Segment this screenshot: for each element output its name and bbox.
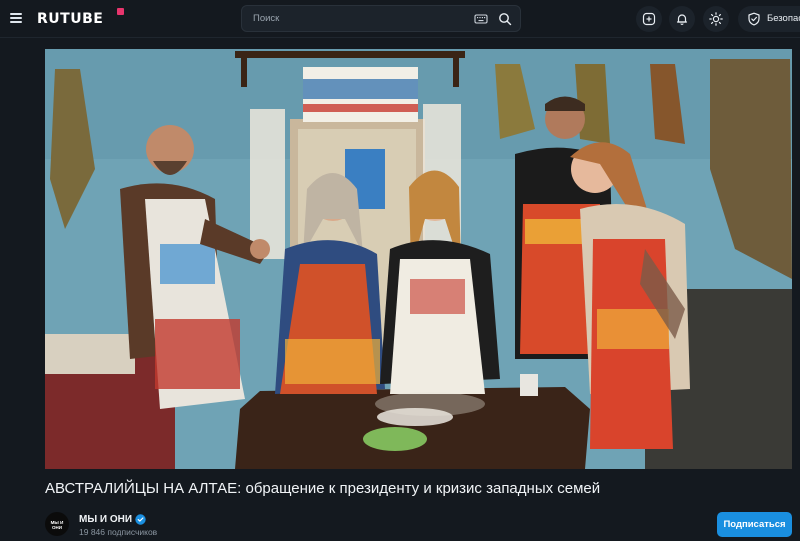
upload-button[interactable]: [636, 6, 662, 32]
theme-toggle-button[interactable]: [703, 6, 729, 32]
keyboard-icon[interactable]: [474, 12, 488, 26]
channel-avatar[interactable]: МЫ И ОНИ: [45, 512, 69, 536]
video-title: АВСТРАЛИЙЦЫ НА АЛТАЕ: обращение к презид…: [45, 480, 601, 497]
bell-icon: [676, 14, 688, 25]
safety-label: Безопасн: [767, 13, 800, 24]
subscriber-count: 19 846 подписчиков: [79, 527, 158, 537]
shield-check-icon: [748, 12, 760, 26]
rutube-logo[interactable]: RUTUBE: [37, 9, 103, 29]
verified-badge-icon: [135, 514, 146, 525]
search-icon[interactable]: [498, 12, 512, 26]
add-video-icon: [642, 12, 656, 26]
safety-button[interactable]: Безопасн: [738, 6, 800, 32]
top-header: RUTUBE Поиск Безопа: [0, 0, 800, 38]
logo-mark-icon: [117, 8, 124, 15]
subscribe-button[interactable]: Подписаться: [717, 512, 792, 537]
video-player[interactable]: [45, 49, 792, 469]
sun-icon: [709, 12, 723, 26]
video-frame-image: [45, 49, 792, 469]
search-bar: [241, 5, 521, 32]
avatar-logo-text: МЫ И ОНИ: [50, 520, 64, 530]
notifications-button[interactable]: [669, 6, 695, 32]
hamburger-menu-icon[interactable]: [8, 10, 24, 26]
search-input[interactable]: [242, 6, 462, 31]
channel-name[interactable]: МЫ И ОНИ: [79, 514, 132, 525]
